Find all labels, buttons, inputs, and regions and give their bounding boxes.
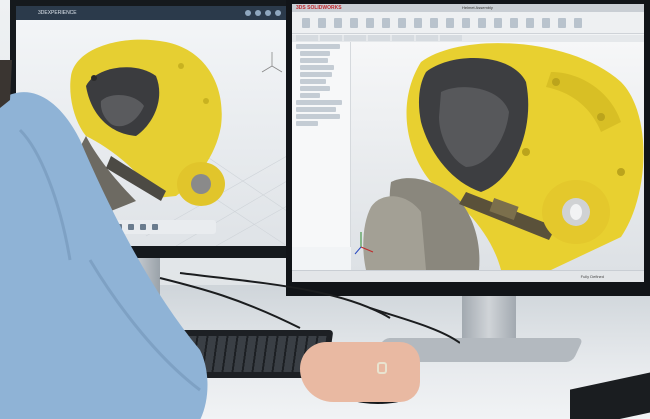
- right-monitor-screen: 3DS SOLIDWORKS Helmet Assembly Fully Def…: [292, 4, 644, 282]
- tab-sketch[interactable]: [344, 35, 366, 41]
- tree-row[interactable]: [300, 65, 334, 70]
- ribbon-tool-7[interactable]: [398, 17, 406, 28]
- ribbon-tool-17[interactable]: [558, 17, 566, 28]
- status-text: Fully Defined: [580, 274, 604, 279]
- ribbon-tool-16[interactable]: [542, 17, 550, 28]
- ribbon-tool-3[interactable]: [334, 17, 342, 28]
- tree-row[interactable]: [296, 114, 340, 119]
- ribbon-tool-13[interactable]: [494, 17, 502, 28]
- tab-addins[interactable]: [392, 35, 414, 41]
- ribbon-tool-12[interactable]: [478, 17, 486, 28]
- tree-row[interactable]: [300, 86, 330, 91]
- tab-mbd[interactable]: [416, 35, 438, 41]
- tree-row[interactable]: [296, 44, 340, 49]
- tree-row[interactable]: [300, 93, 320, 98]
- ribbon-tool-15[interactable]: [526, 17, 534, 28]
- solidworks-window-title: Helmet Assembly: [462, 5, 493, 10]
- tree-row[interactable]: [300, 51, 330, 56]
- tab-evaluate[interactable]: [368, 35, 390, 41]
- ribbon-tool-4[interactable]: [350, 17, 358, 28]
- hand-on-mouse: [300, 342, 420, 402]
- ribbon-tool-10[interactable]: [446, 17, 454, 28]
- right-helmet-render: [354, 43, 644, 270]
- ribbon-tool-5[interactable]: [366, 17, 374, 28]
- solidworks-ribbon: [292, 12, 644, 34]
- ribbon-tool-9[interactable]: [430, 17, 438, 28]
- tab-assembly[interactable]: [296, 35, 318, 41]
- ribbon-tool-11[interactable]: [462, 17, 470, 28]
- ring: [377, 362, 387, 374]
- feature-manager-tree: [292, 42, 351, 247]
- ribbon-tool-1[interactable]: [302, 17, 310, 28]
- tree-row[interactable]: [300, 58, 328, 63]
- tab-3dexperience[interactable]: [440, 35, 462, 41]
- person-shoulder-arm: [0, 60, 208, 419]
- ribbon-tool-18[interactable]: [574, 17, 582, 28]
- tree-row[interactable]: [296, 121, 318, 126]
- ribbon-tool-8[interactable]: [414, 17, 422, 28]
- ribbon-tool-6[interactable]: [382, 17, 390, 28]
- workspace-scene: 3DEXPERIENCE 3DS SOLIDWORKS Helmet Assem…: [0, 0, 650, 419]
- tab-layout[interactable]: [320, 35, 342, 41]
- tree-row[interactable]: [296, 100, 342, 105]
- tree-row[interactable]: [296, 107, 336, 112]
- right-monitor: 3DS SOLIDWORKS Helmet Assembly Fully Def…: [286, 0, 650, 296]
- ribbon-tool-2[interactable]: [318, 17, 326, 28]
- solidworks-logo: 3DS SOLIDWORKS: [296, 5, 342, 11]
- solidworks-graphics-area[interactable]: [351, 42, 644, 270]
- solidworks-command-tabs: [292, 35, 644, 42]
- ribbon-tool-14[interactable]: [510, 17, 518, 28]
- tree-row[interactable]: [300, 79, 326, 84]
- tree-row[interactable]: [300, 72, 332, 77]
- solidworks-titlebar: 3DS SOLIDWORKS Helmet Assembly: [292, 4, 644, 12]
